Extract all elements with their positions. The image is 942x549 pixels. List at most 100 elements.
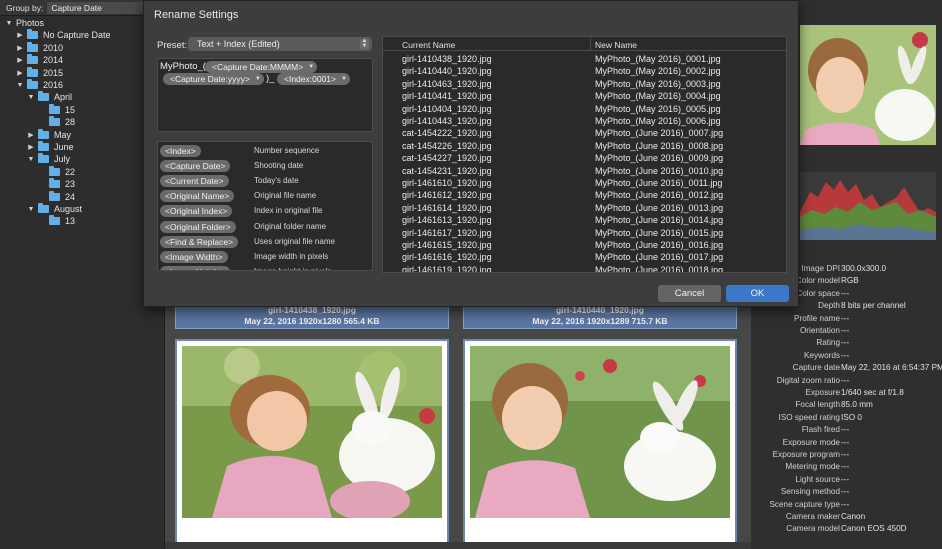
column-current-name[interactable]: Current Name: [402, 40, 455, 50]
tree-item[interactable]: ▼ July: [27, 153, 70, 165]
current-name-cell: girl-1461610_1920.jpg: [402, 178, 492, 188]
cancel-button[interactable]: Cancel: [658, 285, 721, 302]
metadata-row: Focal length 85.0 mm: [751, 400, 942, 412]
table-row[interactable]: cat-1454222_1920.jpg MyPhoto_(June 2016)_…: [383, 128, 786, 140]
rename-preview-table: Current Name New Name girl-1410438_1920.…: [382, 36, 787, 273]
token-chip[interactable]: <Image Width>: [160, 250, 228, 263]
token-list-item[interactable]: <Current Date> Today's date: [158, 174, 372, 188]
tree-item[interactable]: ▶ No Capture Date: [16, 29, 111, 41]
tree-item[interactable]: 22: [38, 165, 75, 178]
table-row[interactable]: girl-1461615_1920.jpg MyPhoto_(June 2016)…: [383, 240, 786, 252]
token-list-item[interactable]: <Find & Replace> Uses original file name: [158, 235, 372, 249]
tree-item[interactable]: ▶ 2010: [16, 41, 63, 54]
table-row[interactable]: girl-1461613_1920.jpg MyPhoto_(June 2016)…: [383, 215, 786, 227]
photo-image: [470, 346, 730, 518]
metadata-key: Exposure mode: [782, 437, 840, 447]
table-row[interactable]: girl-1410441_1920.jpg MyPhoto_(May 2016)_…: [383, 91, 786, 103]
pattern-token[interactable]: <Capture Date:yyyy> ▼: [163, 73, 264, 85]
disclosure-closed-icon[interactable]: ▶: [27, 143, 35, 151]
token-chip[interactable]: <Index>: [160, 145, 201, 157]
column-new-name[interactable]: New Name: [595, 40, 637, 50]
table-row[interactable]: girl-1410440_1920.jpg MyPhoto_(May 2016)_…: [383, 66, 786, 78]
tree-item[interactable]: ▶ 2015: [16, 66, 64, 79]
disclosure-closed-icon[interactable]: ▶: [16, 31, 24, 39]
token-list-item[interactable]: <Original Name> Original file name: [158, 189, 372, 203]
table-row[interactable]: girl-1461617_1920.jpg MyPhoto_(June 2016)…: [383, 228, 786, 240]
disclosure-open-icon[interactable]: ▼: [27, 94, 35, 101]
token-chip[interactable]: <Original Name>: [160, 190, 235, 203]
disclosure-closed-icon[interactable]: ▶: [16, 44, 24, 52]
token-chip[interactable]: <Capture Date>: [160, 160, 231, 173]
disclosure-closed-icon[interactable]: ▶: [16, 69, 24, 77]
token-description: Original folder name: [254, 221, 327, 231]
tree-item[interactable]: 13: [38, 215, 75, 227]
token-chip[interactable]: <Original Folder>: [160, 220, 236, 233]
token-description: Original file name: [254, 191, 317, 201]
table-row[interactable]: girl-1410443_1920.jpg MyPhoto_(May 2016)_…: [383, 116, 786, 128]
disclosure-closed-icon[interactable]: ▶: [16, 56, 24, 64]
disclosure-open-icon[interactable]: ▼: [27, 156, 35, 163]
metadata-key: Rating: [816, 338, 840, 348]
pattern-token[interactable]: <Capture Date:MMMM> ▼: [205, 61, 318, 73]
token-chip[interactable]: <Find & Replace>: [160, 235, 239, 248]
table-row[interactable]: girl-1410404_1920.jpg MyPhoto_(May 2016)_…: [383, 103, 786, 116]
disclosure-open-icon[interactable]: ▼: [5, 20, 13, 27]
tree-item[interactable]: ▶ 2014: [16, 54, 63, 66]
preset-select[interactable]: Text + Index (Edited) ▲ ▼: [188, 37, 372, 51]
metadata-value: RGB: [841, 276, 859, 286]
token-list-item[interactable]: <Index> Number sequence: [158, 144, 372, 158]
tree-item-label: 2015: [43, 67, 64, 78]
tree-item-label: Photos: [16, 18, 45, 28]
current-name-cell: girl-1410438_1920.jpg: [402, 54, 492, 64]
table-row[interactable]: girl-1461612_1920.jpg MyPhoto_(June 2016)…: [383, 190, 786, 202]
token-list-item[interactable]: <Image Width> Image width in pixels: [158, 250, 372, 264]
metadata-key: Exposure: [805, 388, 840, 397]
current-name-cell: girl-1461619_1920.jpg: [402, 264, 492, 273]
table-header: Current Name New Name: [383, 37, 786, 51]
tree-item[interactable]: ▼ 2016: [16, 79, 63, 91]
metadata-row: Orientation ---: [751, 326, 942, 338]
table-row[interactable]: cat-1454226_1920.jpg MyPhoto_(June 2016)_…: [383, 141, 786, 153]
table-row[interactable]: cat-1454227_1920.jpg MyPhoto_(June 2016)_…: [383, 153, 786, 165]
photo-thumbnail[interactable]: [463, 339, 737, 544]
tree-item[interactable]: ▶ May: [27, 128, 71, 141]
disclosure-closed-icon[interactable]: ▶: [27, 131, 35, 139]
tree-item[interactable]: ▼ August: [27, 203, 82, 215]
token-list-item[interactable]: <Image Height> Image height in pixels: [158, 265, 372, 270]
table-row[interactable]: girl-1461614_1920.jpg MyPhoto_(June 2016)…: [383, 203, 786, 215]
token-list-item[interactable]: <Capture Date> Shooting date: [158, 159, 372, 173]
table-row[interactable]: girl-1410463_1920.jpg MyPhoto_(May 2016)_…: [383, 79, 786, 91]
token-list-item[interactable]: <Original Folder> Original folder name: [158, 220, 372, 234]
ok-button[interactable]: OK: [726, 285, 789, 302]
table-row[interactable]: girl-1410438_1920.jpg MyPhoto_(May 2016)_…: [383, 54, 786, 66]
token-list-item[interactable]: <Original Index> Index in original file: [158, 204, 372, 218]
tree-item[interactable]: ▼ Photos: [5, 17, 45, 29]
tree-item[interactable]: 23: [38, 178, 75, 190]
tree-item[interactable]: 15: [38, 103, 75, 116]
group-by-select[interactable]: Capture Date: [47, 1, 148, 14]
table-row[interactable]: cat-1454231_1920.jpg MyPhoto_(June 2016)_…: [383, 166, 786, 178]
photo-thumbnail[interactable]: [175, 339, 449, 544]
tree-item-label: April: [54, 92, 73, 103]
token-chip[interactable]: <Original Index>: [160, 205, 233, 218]
metadata-key: Capture date: [792, 363, 840, 373]
new-name-cell: MyPhoto_(May 2016)_0002.jpg: [595, 66, 721, 77]
folder-icon: [49, 190, 60, 201]
group-by-bar: Group by: Capture Date: [0, 0, 164, 16]
rename-pattern-field[interactable]: MyPhoto_( <Capture Date:MMMM> ▼ <Capture …: [157, 58, 373, 132]
table-row[interactable]: girl-1461610_1920.jpg MyPhoto_(June 2016)…: [383, 178, 786, 190]
tree-item[interactable]: 28: [38, 116, 75, 128]
tree-item[interactable]: 24: [38, 190, 75, 203]
tree-item[interactable]: ▶ June: [27, 141, 74, 153]
pattern-token[interactable]: <Index:0001> ▼: [277, 73, 350, 85]
new-name-cell: MyPhoto_(May 2016)_0005.jpg: [595, 103, 721, 114]
token-chip[interactable]: <Current Date>: [160, 175, 229, 188]
disclosure-open-icon[interactable]: ▼: [16, 82, 24, 89]
table-row[interactable]: girl-1461619_1920.jpg MyPhoto_(June 2016)…: [383, 264, 786, 273]
tree-item-label: No Capture Date: [43, 30, 111, 41]
table-row[interactable]: girl-1461616_1920.jpg MyPhoto_(June 2016)…: [383, 252, 786, 264]
token-chip[interactable]: <Image Height>: [160, 265, 231, 270]
disclosure-open-icon[interactable]: ▼: [27, 206, 35, 213]
tree-item[interactable]: ▼ April: [27, 91, 72, 103]
pattern-token-label: <Capture Date:MMMM>: [212, 62, 304, 72]
